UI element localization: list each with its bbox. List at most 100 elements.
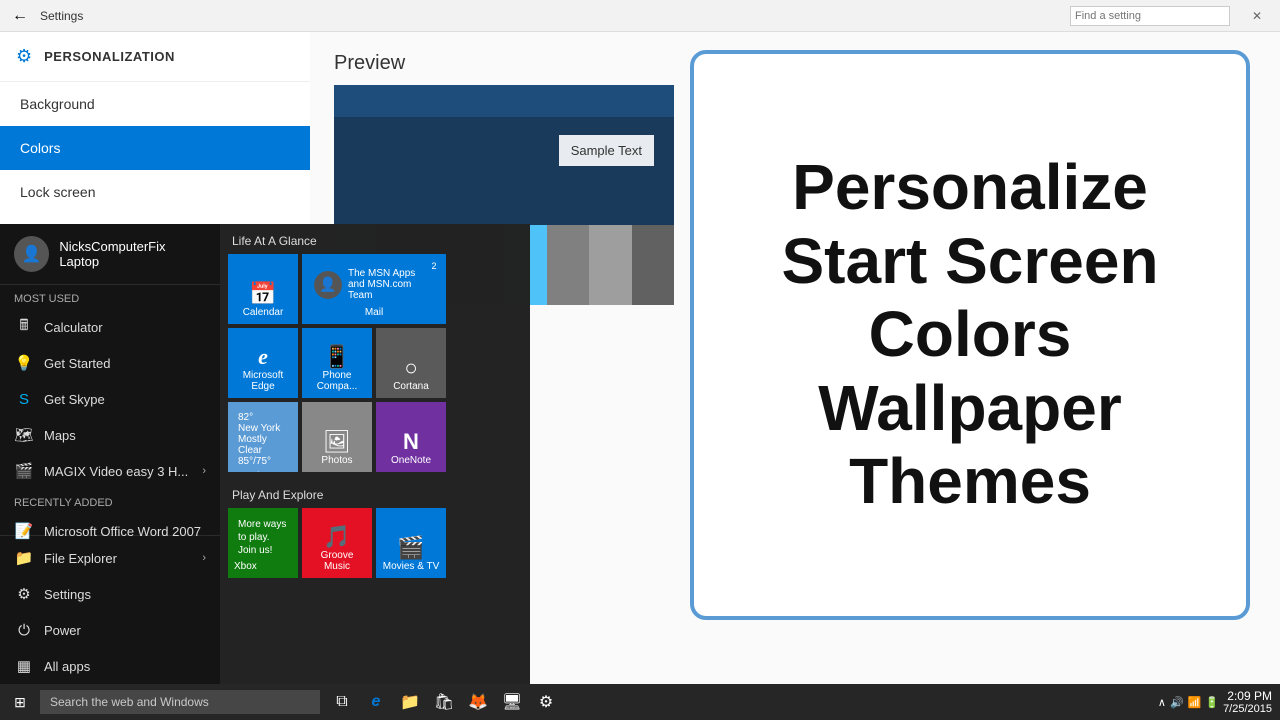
color-swatch-7[interactable] (589, 225, 632, 305)
weather-info: 82°New YorkMostly Clear85°/75° (234, 408, 292, 471)
most-used-label: Most used (0, 285, 220, 309)
start-item-maps[interactable]: 🗺 Maps (0, 417, 220, 453)
start-item-label: Settings (44, 587, 91, 602)
calculator-icon: 🖩 (14, 317, 34, 337)
tile-calendar[interactable]: 📅 Calendar (228, 254, 298, 324)
annotation-box: PersonalizeStart ScreenColorsWallpaperTh… (690, 50, 1250, 620)
network-icon: 📶 (1188, 696, 1202, 709)
start-item-label: Get Started (44, 356, 110, 371)
start-item-file-explorer[interactable]: 📁 File Explorer › (0, 540, 220, 576)
settings-title: PERSONALIZATION (44, 49, 175, 64)
xbox-promo: More ways to play. Join us! (234, 514, 292, 561)
edge-tile-icon: e (258, 344, 268, 370)
taskbar-right: ∧ 🔊 📶 🔋 2:09 PM 7/25/2015 (1158, 689, 1280, 715)
start-item-power[interactable]: ⏻ Power (0, 612, 220, 648)
settings-icon: ⚙ (14, 584, 34, 604)
search-input[interactable] (1075, 10, 1225, 22)
power-icon: ⏻ (14, 620, 34, 640)
tile-label: Xbox (234, 561, 257, 572)
start-username: NicksComputerFix Laptop (59, 239, 206, 269)
gear-icon: ⚙ (16, 46, 32, 67)
annotation-text: PersonalizeStart ScreenColorsWallpaperTh… (781, 151, 1158, 519)
tile-label: Mail (365, 307, 383, 318)
divider (0, 535, 220, 536)
mail-preview: The MSN Apps and MSN.com Team (348, 268, 434, 301)
taskbar-search-input[interactable] (40, 690, 320, 714)
start-item-label: File Explorer (44, 551, 117, 566)
tile-photos[interactable]: 🖼 Photos (302, 402, 372, 472)
start-user: 👤 NicksComputerFix Laptop (0, 224, 220, 285)
start-item-label: Maps (44, 428, 76, 443)
movies-tile-icon: 🎬 (397, 535, 424, 561)
start-item-magix[interactable]: 🎬 MAGIX Video easy 3 H... › (0, 453, 220, 489)
arrow-icon: › (202, 465, 206, 477)
color-swatch-8[interactable] (632, 225, 675, 305)
edge-taskbar-button[interactable]: e (360, 684, 392, 720)
system-tray-expand[interactable]: ∧ (1158, 696, 1166, 709)
tile-cortana[interactable]: ○ Cortana (376, 328, 446, 398)
battery-icon: 🔋 (1205, 696, 1219, 709)
tile-label: Microsoft Edge (234, 370, 292, 392)
store-taskbar-button[interactable]: 🛍 (428, 684, 460, 720)
magix-icon: 🎬 (14, 461, 34, 481)
mail-avatar: 👤 (314, 271, 342, 299)
start-left-panel: 👤 NicksComputerFix Laptop Most used 🖩 Ca… (0, 224, 220, 684)
titlebar: ← Settings ─ □ ✕ (0, 0, 1280, 32)
mail-badge: 2 (426, 258, 442, 274)
life-glance-title: Life at a Glance (228, 224, 522, 254)
file-explorer-icon: 📁 (14, 548, 34, 568)
firefox-taskbar-button[interactable]: 🦊 (462, 684, 494, 720)
start-item-label: Get Skype (44, 392, 105, 407)
groove-tile-icon: 🎵 (323, 524, 350, 550)
all-apps-icon: ▦ (14, 656, 34, 676)
start-item-all-apps[interactable]: ▦ All apps (0, 648, 220, 684)
start-item-get-started[interactable]: 💡 Get Started (0, 345, 220, 381)
tile-edge[interactable]: e Microsoft Edge (228, 328, 298, 398)
settings-header: ⚙ PERSONALIZATION (0, 32, 310, 82)
tile-movies[interactable]: 🎬 Movies & TV (376, 508, 446, 578)
tiles-row-3: 82°New YorkMostly Clear85°/75° Weather 🖼… (228, 402, 522, 472)
nav-background[interactable]: Background (0, 82, 310, 126)
back-button[interactable]: ← (8, 4, 32, 28)
task-view-button[interactable]: ⧉ (326, 684, 358, 720)
windows-icon: ⊞ (14, 694, 26, 711)
tile-label: Weather (234, 471, 272, 472)
volume-icon: 🔊 (1170, 696, 1184, 709)
tile-phone[interactable]: 📱 Phone Compa... (302, 328, 372, 398)
cortana-tile-icon: ○ (404, 355, 417, 381)
nav-colors[interactable]: Colors (0, 126, 310, 170)
skype-icon: S (14, 389, 34, 409)
taskbar-clock: 2:09 PM 7/25/2015 (1223, 689, 1272, 715)
color-swatch-6[interactable] (547, 225, 590, 305)
display-taskbar-button[interactable]: 🖥 (496, 684, 528, 720)
tile-onenote[interactable]: N OneNote (376, 402, 446, 472)
nav-lockscreen[interactable]: Lock screen (0, 170, 310, 214)
tile-weather[interactable]: 82°New YorkMostly Clear85°/75° Weather (228, 402, 298, 472)
photos-tile-icon: 🖼 (323, 429, 351, 455)
titlebar-search-box[interactable] (1070, 6, 1230, 26)
close-button[interactable]: ✕ (1234, 0, 1280, 32)
settings-taskbar-button[interactable]: ⚙ (530, 684, 562, 720)
onenote-tile-icon: N (403, 429, 419, 455)
taskbar-icons: ⧉ e 📁 🛍 🦊 🖥 ⚙ (320, 684, 568, 720)
start-item-settings[interactable]: ⚙ Settings (0, 576, 220, 612)
recently-added-label: Recently added (0, 489, 220, 513)
explorer-taskbar-button[interactable]: 📁 (394, 684, 426, 720)
tile-label: OneNote (391, 455, 431, 466)
preview-sample-text: Sample Text (559, 135, 654, 166)
tile-groove[interactable]: 🎵 Groove Music (302, 508, 372, 578)
start-right-panel: Life at a Glance 📅 Calendar 👤 The MSN Ap… (220, 224, 530, 684)
taskbar: ⊞ ⧉ e 📁 🛍 🦊 🖥 ⚙ ∧ 🔊 📶 🔋 2:09 PM 7/25/201… (0, 684, 1280, 720)
tiles-row-1: 📅 Calendar 👤 The MSN Apps and MSN.com Te… (228, 254, 522, 324)
start-item-label: Power (44, 623, 81, 638)
tile-label: Phone Compa... (308, 370, 366, 392)
start-item-calculator[interactable]: 🖩 Calculator (0, 309, 220, 345)
tile-xbox[interactable]: More ways to play. Join us! Xbox (228, 508, 298, 578)
start-button[interactable]: ⊞ (0, 684, 40, 720)
tile-mail[interactable]: 👤 The MSN Apps and MSN.com Team Mail 2 (302, 254, 446, 324)
tile-label: Calendar (243, 307, 284, 318)
tiles-row-4: More ways to play. Join us! Xbox 🎵 Groov… (228, 508, 522, 578)
start-item-skype[interactable]: S Get Skype (0, 381, 220, 417)
maps-icon: 🗺 (14, 425, 34, 445)
calendar-tile-icon: 📅 (249, 281, 276, 307)
